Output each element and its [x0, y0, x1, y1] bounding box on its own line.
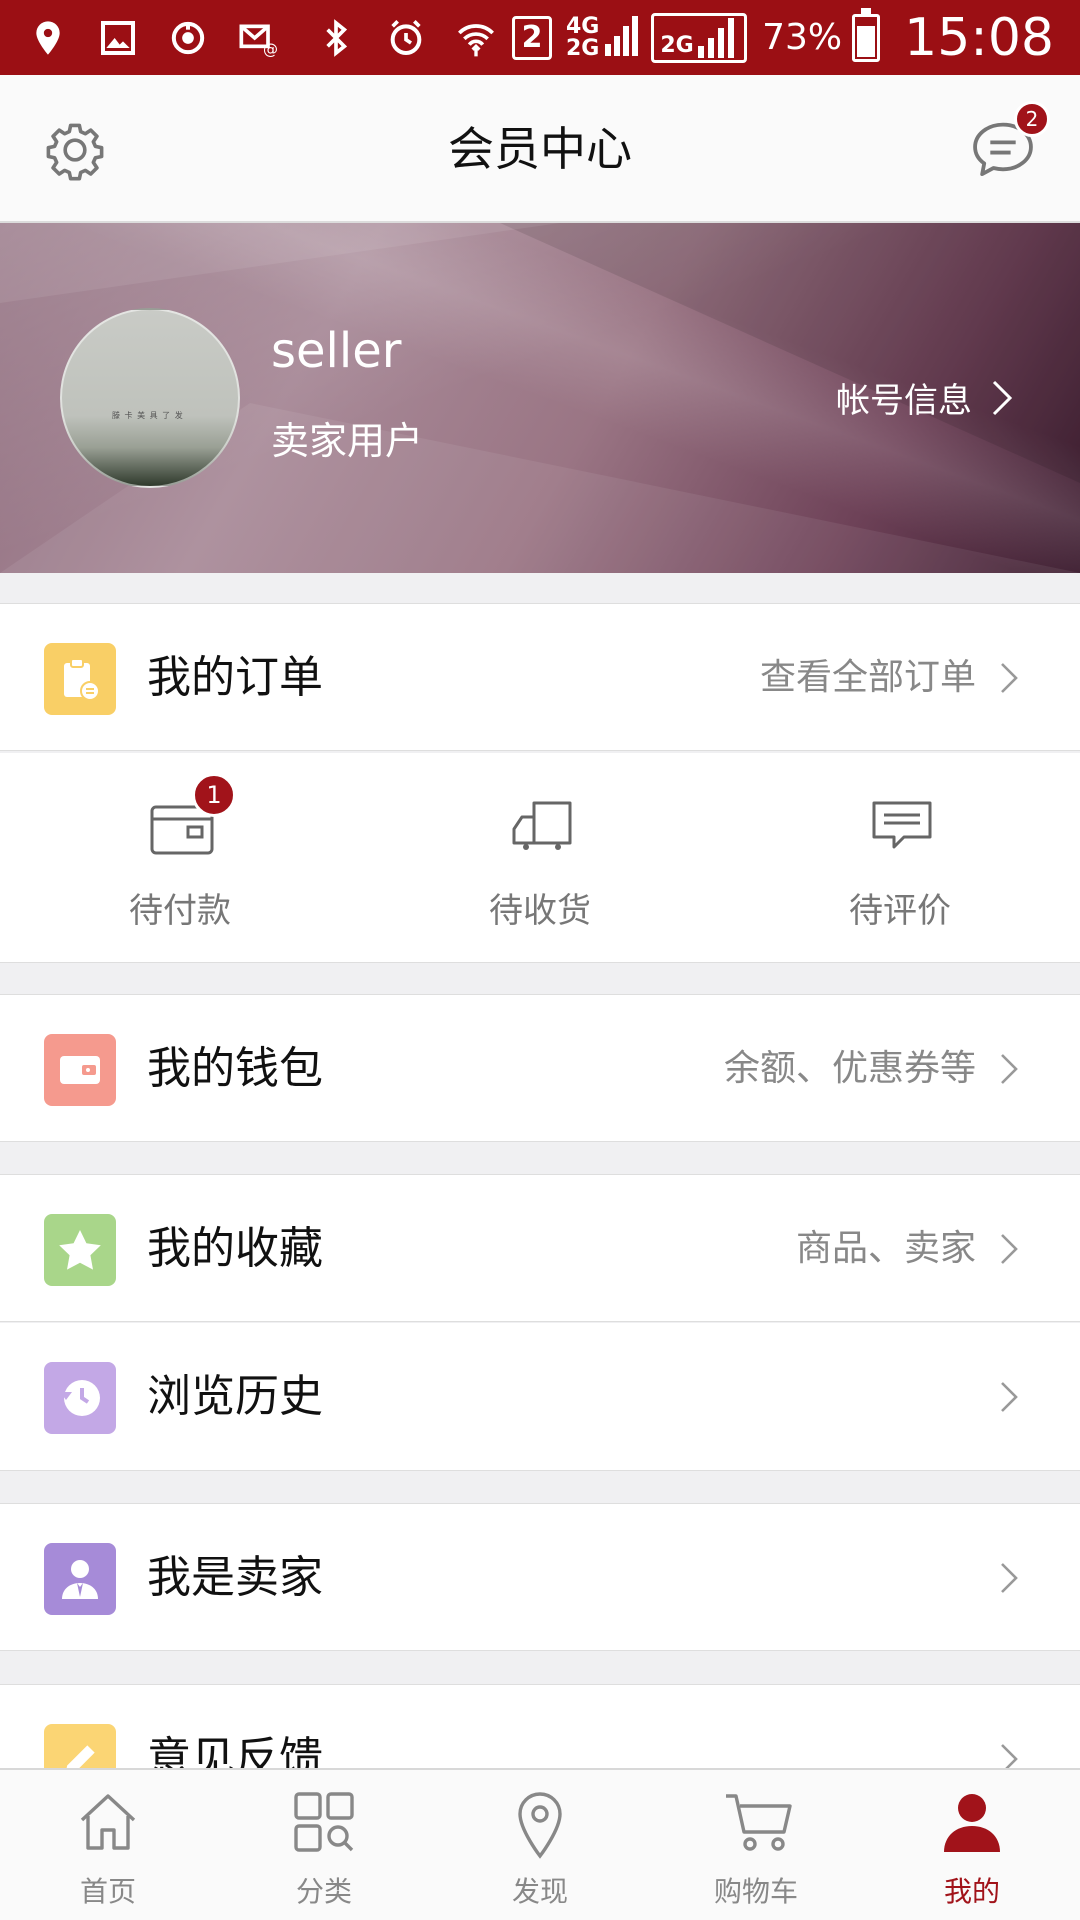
my-orders-row[interactable]: 我的订单 查看全部订单 [0, 603, 1080, 751]
avatar[interactable]: 滕 卡 美 具 了 发 [60, 308, 240, 488]
seller-person-icon [44, 1543, 116, 1615]
pending-receipt-item[interactable]: 待收货 [360, 753, 720, 963]
status-bar-right: 73% 15:08 [748, 7, 1080, 68]
username: seller [271, 323, 402, 379]
battery-fill [857, 25, 876, 57]
network-4g-label: 4G [566, 13, 600, 39]
nav-cart-label: 购物车 [713, 1875, 798, 1908]
chevron-right-icon [992, 380, 1013, 415]
pending-payment-label: 待付款 [129, 891, 231, 931]
chevron-right-icon [1001, 663, 1018, 693]
chevron-right-icon [1001, 1382, 1018, 1412]
sim-slot-icon: 2 [512, 15, 552, 60]
location-pin-icon [518, 1792, 562, 1859]
wifi-icon [454, 16, 498, 60]
truck-icon [512, 801, 572, 850]
my-favorites-row[interactable]: 我的收藏 商品、卖家 [0, 1174, 1080, 1322]
my-wallet-row[interactable]: 我的钱包 余额、优惠券等 [0, 994, 1080, 1142]
pending-review-item[interactable]: 待评价 [720, 753, 1080, 963]
account-info-link[interactable]: 帐号信息 [836, 373, 1014, 422]
i-am-seller-label: 我是卖家 [147, 1552, 323, 1603]
home-icon [80, 1794, 136, 1850]
network-2g-box-label: 2G [660, 32, 694, 58]
battery-percent: 73% [762, 17, 843, 58]
nav-me[interactable]: 我的 [864, 1770, 1080, 1920]
wallet-hint: 余额、优惠券等 [723, 1048, 976, 1089]
clock-icon [44, 1362, 116, 1434]
sync-icon [166, 16, 210, 60]
account-info-label: 帐号信息 [836, 381, 972, 421]
pending-payment-badge: 1 [192, 773, 236, 817]
clock: 15:08 [904, 7, 1054, 68]
my-orders-label: 我的订单 [147, 652, 323, 703]
nav-discover-label: 发现 [511, 1875, 568, 1908]
cart-icon [726, 1794, 792, 1851]
clipboard-icon [44, 643, 116, 715]
battery-icon [852, 7, 881, 62]
my-favorites-label: 我的收藏 [147, 1223, 323, 1274]
i-am-seller-row[interactable]: 我是卖家 [0, 1503, 1080, 1651]
user-type: 卖家用户 [271, 419, 424, 463]
message-badge: 2 [1014, 101, 1050, 137]
alarm-icon [384, 16, 428, 60]
my-wallet-label: 我的钱包 [147, 1043, 323, 1094]
nav-me-label: 我的 [943, 1875, 1000, 1908]
network-2g-label: 2G [566, 35, 600, 61]
view-all-orders-hint: 查看全部订单 [759, 657, 976, 698]
chevron-right-icon [1001, 1054, 1018, 1084]
network-type: 4G 2G [566, 13, 605, 61]
nav-discover[interactable]: 发现 [432, 1770, 648, 1920]
page-title: 会员中心 [448, 122, 632, 176]
gallery-icon [96, 16, 140, 60]
status-bar: @ 2 4G 2G 2G 73% 15:08 [0, 0, 1080, 75]
profile-banner: 滕 卡 美 具 了 发 seller 卖家用户 帐号信息 [0, 223, 1080, 573]
app-header: 会员中心 2 [0, 75, 1080, 223]
signal-icon [605, 14, 641, 62]
nav-category-label: 分类 [295, 1875, 352, 1908]
favorites-hint: 商品、卖家 [795, 1228, 976, 1269]
category-icon [294, 1792, 354, 1852]
user-icon [944, 1794, 1000, 1852]
avatar-caption: 滕 卡 美 具 了 发 [112, 411, 184, 420]
bluetooth-icon [314, 16, 358, 60]
pending-receipt-label: 待收货 [489, 891, 591, 931]
pending-payment-item[interactable]: 1 待付款 [0, 753, 360, 963]
email-icon: @ [236, 16, 280, 60]
browsing-history-label: 浏览历史 [147, 1371, 323, 1422]
comment-icon [872, 801, 932, 849]
bottom-nav: 首页 分类 发现 购物车 我的 [0, 1768, 1080, 1920]
browsing-history-row[interactable]: 浏览历史 [0, 1323, 1080, 1471]
nav-home-label: 首页 [79, 1875, 136, 1908]
svg-text:@: @ [263, 40, 278, 57]
wallet-icon [44, 1034, 116, 1106]
location-icon [26, 16, 70, 60]
order-status-bar: 1 待付款 待收货 待评价 [0, 753, 1080, 963]
chevron-right-icon [1001, 1563, 1018, 1593]
chevron-right-icon [1001, 1234, 1018, 1264]
nav-category[interactable]: 分类 [216, 1770, 432, 1920]
star-icon [44, 1214, 116, 1286]
pending-review-label: 待评价 [849, 891, 951, 931]
chat-bubble-icon[interactable]: 2 [970, 101, 1050, 181]
nav-home[interactable]: 首页 [0, 1770, 216, 1920]
signal-2g-icon: 2G [651, 12, 747, 63]
nav-cart[interactable]: 购物车 [648, 1770, 864, 1920]
